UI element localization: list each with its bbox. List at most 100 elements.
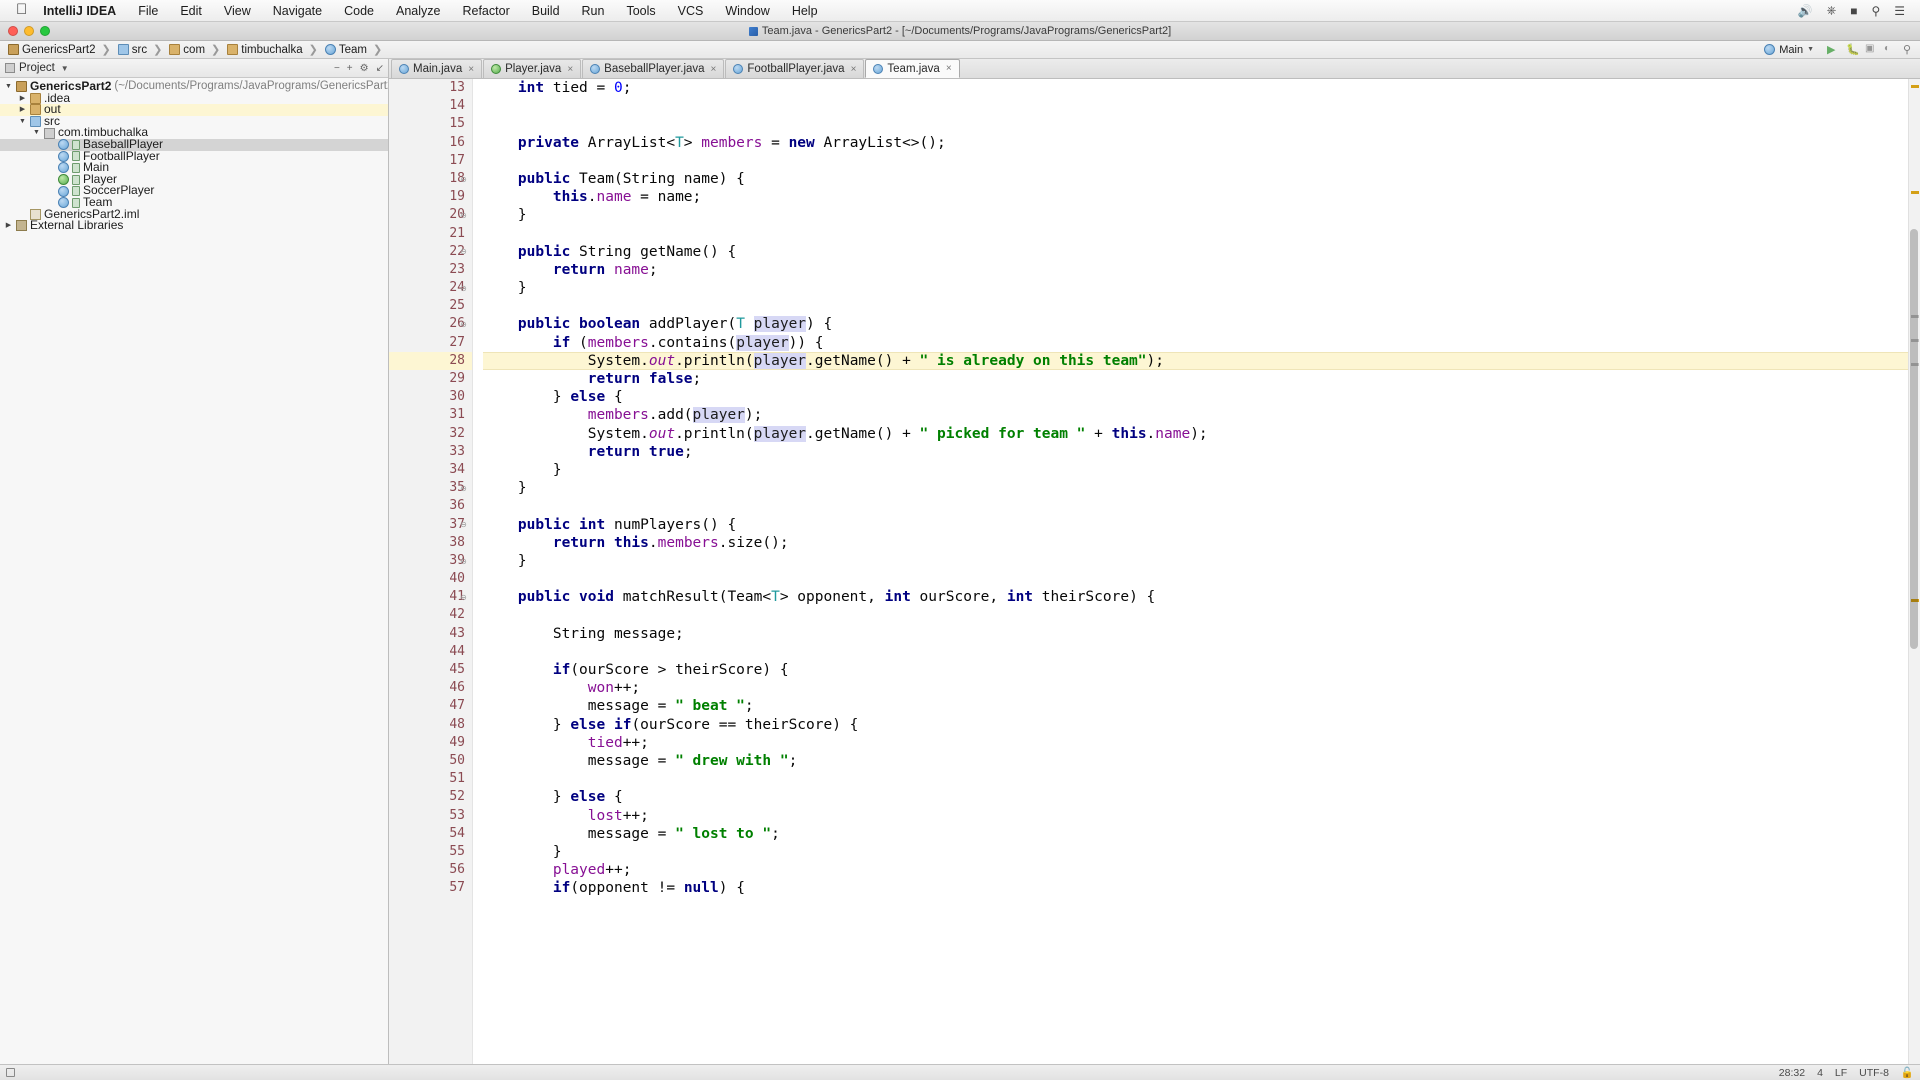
run-configuration-selector[interactable]: Main ▼	[1757, 42, 1821, 58]
code-line[interactable]: won++;	[483, 679, 1908, 697]
menu-item-file[interactable]: File	[127, 0, 169, 22]
code-line[interactable]	[483, 606, 1908, 624]
code-line[interactable]	[483, 115, 1908, 133]
code-line[interactable]: return name;	[483, 261, 1908, 279]
gutter-line-number[interactable]: 33	[389, 443, 472, 461]
gutter-line-number[interactable]: 57	[389, 879, 472, 897]
expand-all-icon[interactable]: +	[347, 63, 353, 74]
menu-item-app-name[interactable]: IntelliJ IDEA	[39, 0, 127, 22]
gutter-line-number[interactable]: 14	[389, 97, 472, 115]
gutter-line-number[interactable]: 53	[389, 807, 472, 825]
gutter-line-number[interactable]: 13	[389, 79, 472, 97]
menu-item-edit[interactable]: Edit	[169, 0, 213, 22]
code-fold-icon[interactable]	[459, 206, 468, 224]
gutter-line-number[interactable]: 28	[389, 351, 472, 370]
code-fold-icon[interactable]	[459, 589, 468, 607]
editor-tab-bar[interactable]: Main.java × Player.java × BaseballPlayer.jav…	[389, 59, 1920, 79]
code-line[interactable]	[483, 570, 1908, 588]
gutter-line-number[interactable]: 49	[389, 734, 472, 752]
code-line[interactable]: message = " drew with ";	[483, 752, 1908, 770]
code-line[interactable]: public Team(String name) {	[483, 170, 1908, 188]
hide-icon[interactable]: ↙	[376, 63, 384, 74]
close-icon[interactable]: ×	[565, 64, 573, 75]
tree-node-player[interactable]: Player	[0, 173, 388, 186]
code-line[interactable]: } else {	[483, 388, 1908, 406]
chevron-down-icon[interactable]: ▼	[59, 64, 69, 73]
menu-item-tools[interactable]: Tools	[615, 0, 666, 22]
menu-item-code[interactable]: Code	[333, 0, 385, 22]
editor-scrollbar-thumb[interactable]	[1910, 229, 1918, 649]
code-line[interactable]: }	[483, 279, 1908, 297]
editor-tab-footballplayer[interactable]: FootballPlayer.java ×	[725, 59, 865, 78]
editor-tab-player[interactable]: Player.java ×	[483, 59, 582, 78]
breadcrumb-item-team[interactable]: Team ❯	[323, 43, 387, 56]
tree-node-external-libraries[interactable]: External Libraries	[0, 219, 388, 232]
navigation-bar[interactable]: GenericsPart2 ❯ src ❯ com ❯ timbuchalka …	[0, 41, 1920, 59]
code-line[interactable]	[483, 643, 1908, 661]
chevron-down-icon[interactable]	[4, 81, 13, 93]
code-line[interactable]: played++;	[483, 861, 1908, 879]
close-icon[interactable]: ×	[944, 63, 952, 74]
code-line[interactable]: members.add(player);	[483, 406, 1908, 424]
collapse-all-icon[interactable]: −	[334, 63, 340, 74]
code-fold-icon[interactable]	[459, 479, 468, 497]
debug-icon[interactable]: 🐛	[1846, 43, 1860, 56]
gutter-line-number[interactable]: 31	[389, 406, 472, 424]
wifi-icon[interactable]: ⎈	[1820, 3, 1844, 18]
run-icon[interactable]: ▶	[1827, 43, 1840, 56]
project-tool-window-header[interactable]: Project ▼ − + ⚙ ↙	[0, 59, 388, 78]
code-line[interactable]: }	[483, 479, 1908, 497]
code-line[interactable]: } else if(ourScore == theirScore) {	[483, 716, 1908, 734]
code-line[interactable]: System.out.println(player.getName() + " …	[483, 351, 1908, 370]
gutter-line-number[interactable]: 27	[389, 334, 472, 352]
gutter-line-number[interactable]: 42	[389, 606, 472, 624]
gutter-line-number[interactable]: 44	[389, 643, 472, 661]
line-separator[interactable]: LF	[1835, 1067, 1847, 1079]
breadcrumb-item-src[interactable]: src ❯	[116, 43, 168, 56]
gutter-line-number[interactable]: 48	[389, 716, 472, 734]
close-icon[interactable]: ×	[466, 64, 474, 75]
mac-menu-bar[interactable]:  IntelliJ IDEA File Edit View Navigate …	[0, 0, 1920, 22]
lock-status-icon[interactable]: 🔓	[1901, 1066, 1914, 1079]
gutter-line-number[interactable]: 55	[389, 843, 472, 861]
breadcrumb-item-timbuchalka[interactable]: timbuchalka ❯	[225, 43, 323, 56]
menu-item-run[interactable]: Run	[571, 0, 616, 22]
breadcrumb-item-project[interactable]: GenericsPart2 ❯	[6, 43, 116, 56]
code-line[interactable]: System.out.println(player.getName() + " …	[483, 425, 1908, 443]
code-line[interactable]: if(opponent != null) {	[483, 879, 1908, 897]
editor-tab-main[interactable]: Main.java ×	[391, 59, 483, 78]
code-line[interactable]: if (members.contains(player)) {	[483, 334, 1908, 352]
code-line[interactable]: }	[483, 552, 1908, 570]
gutter-line-number[interactable]: 38	[389, 534, 472, 552]
caret-position[interactable]: 28:32	[1779, 1067, 1805, 1079]
code-line[interactable]: if(ourScore > theirScore) {	[483, 661, 1908, 679]
warning-marker[interactable]	[1911, 85, 1919, 88]
gutter-line-number[interactable]: 32	[389, 425, 472, 443]
tree-node-footballplayer[interactable]: FootballPlayer	[0, 150, 388, 163]
gutter-line-number[interactable]: 34	[389, 461, 472, 479]
gutter-line-number[interactable]: 43	[389, 625, 472, 643]
menu-item-help[interactable]: Help	[781, 0, 829, 22]
close-icon[interactable]: ×	[709, 64, 717, 75]
code-fold-icon[interactable]	[459, 243, 468, 261]
gutter-line-number[interactable]: 16	[389, 134, 472, 152]
chevron-right-icon[interactable]	[18, 104, 27, 116]
gutter-line-number[interactable]: 52	[389, 788, 472, 806]
settings-gear-icon[interactable]: ⚙	[360, 63, 369, 74]
editor-tab-baseballplayer[interactable]: BaseballPlayer.java ×	[582, 59, 725, 78]
code-content[interactable]: int tied = 0; private ArrayList<T> membe…	[473, 79, 1908, 1064]
code-line[interactable]: return false;	[483, 370, 1908, 388]
code-line[interactable]	[483, 225, 1908, 243]
editor-tab-team[interactable]: Team.java ×	[865, 59, 960, 78]
gutter-line-number[interactable]: 36	[389, 497, 472, 515]
gutter-line-number[interactable]: 51	[389, 770, 472, 788]
gutter-line-number[interactable]: 19	[389, 188, 472, 206]
code-line[interactable]: private ArrayList<T> members = new Array…	[483, 134, 1908, 152]
code-line[interactable]: lost++;	[483, 807, 1908, 825]
code-line[interactable]: }	[483, 206, 1908, 224]
menu-item-refactor[interactable]: Refactor	[451, 0, 520, 22]
menu-item-navigate[interactable]: Navigate	[262, 0, 333, 22]
code-line[interactable]: public int numPlayers() {	[483, 516, 1908, 534]
apple-logo-icon[interactable]: 	[8, 2, 39, 19]
menu-item-vcs[interactable]: VCS	[667, 0, 715, 22]
